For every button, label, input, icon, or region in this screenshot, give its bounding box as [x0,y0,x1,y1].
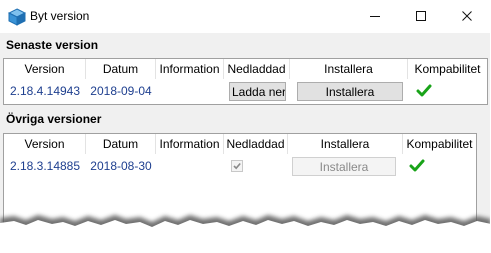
date-value: 2018-09-04 [90,84,152,98]
window-title: Byt version [30,9,90,23]
column-header-date[interactable]: Datum [86,59,156,79]
version-value: 2.18.4.14943 [9,84,81,98]
column-header-install[interactable]: Installera [290,59,408,79]
column-header-information[interactable]: Information [156,59,224,79]
latest-version-heading: Senaste version [6,38,99,52]
other-versions-heading: Övriga versioner [6,112,102,126]
compatible-check-icon [409,159,425,172]
latest-version-grid: Version Datum Information Nedladdad Inst… [3,58,488,105]
column-header-install[interactable]: Installera [288,134,403,154]
download-button[interactable]: Ladda ner [229,82,286,101]
box-icon [8,8,26,26]
minimize-button[interactable] [352,0,398,32]
byt-version-window: Byt version Senaste version Version Datu… [0,0,490,253]
column-header-compatibility[interactable]: Kompabilitet [408,59,487,79]
maximize-button[interactable] [398,0,444,32]
close-icon [462,11,472,21]
close-button[interactable] [444,0,490,32]
column-header-downloaded[interactable]: Nedladdad [224,134,288,154]
minimize-icon [370,16,380,17]
install-button[interactable]: Installera [292,157,396,176]
title-bar: Byt version [0,0,490,33]
version-value: 2.18.3.14885 [9,159,81,173]
date-value: 2018-08-30 [90,159,152,173]
checkbox-check-icon [233,162,241,170]
compatible-check-icon [416,84,432,97]
column-header-compatibility[interactable]: Kompabilitet [403,134,476,154]
column-header-information[interactable]: Information [156,134,224,154]
torn-edge-decoration [0,215,490,253]
column-header-version[interactable]: Version [4,134,86,154]
column-header-date[interactable]: Datum [86,134,156,154]
install-button[interactable]: Installera [297,82,403,101]
column-header-downloaded[interactable]: Nedladdad [224,59,290,79]
maximize-icon [416,11,426,21]
column-header-version[interactable]: Version [4,59,86,79]
downloaded-checkbox[interactable] [231,160,243,172]
